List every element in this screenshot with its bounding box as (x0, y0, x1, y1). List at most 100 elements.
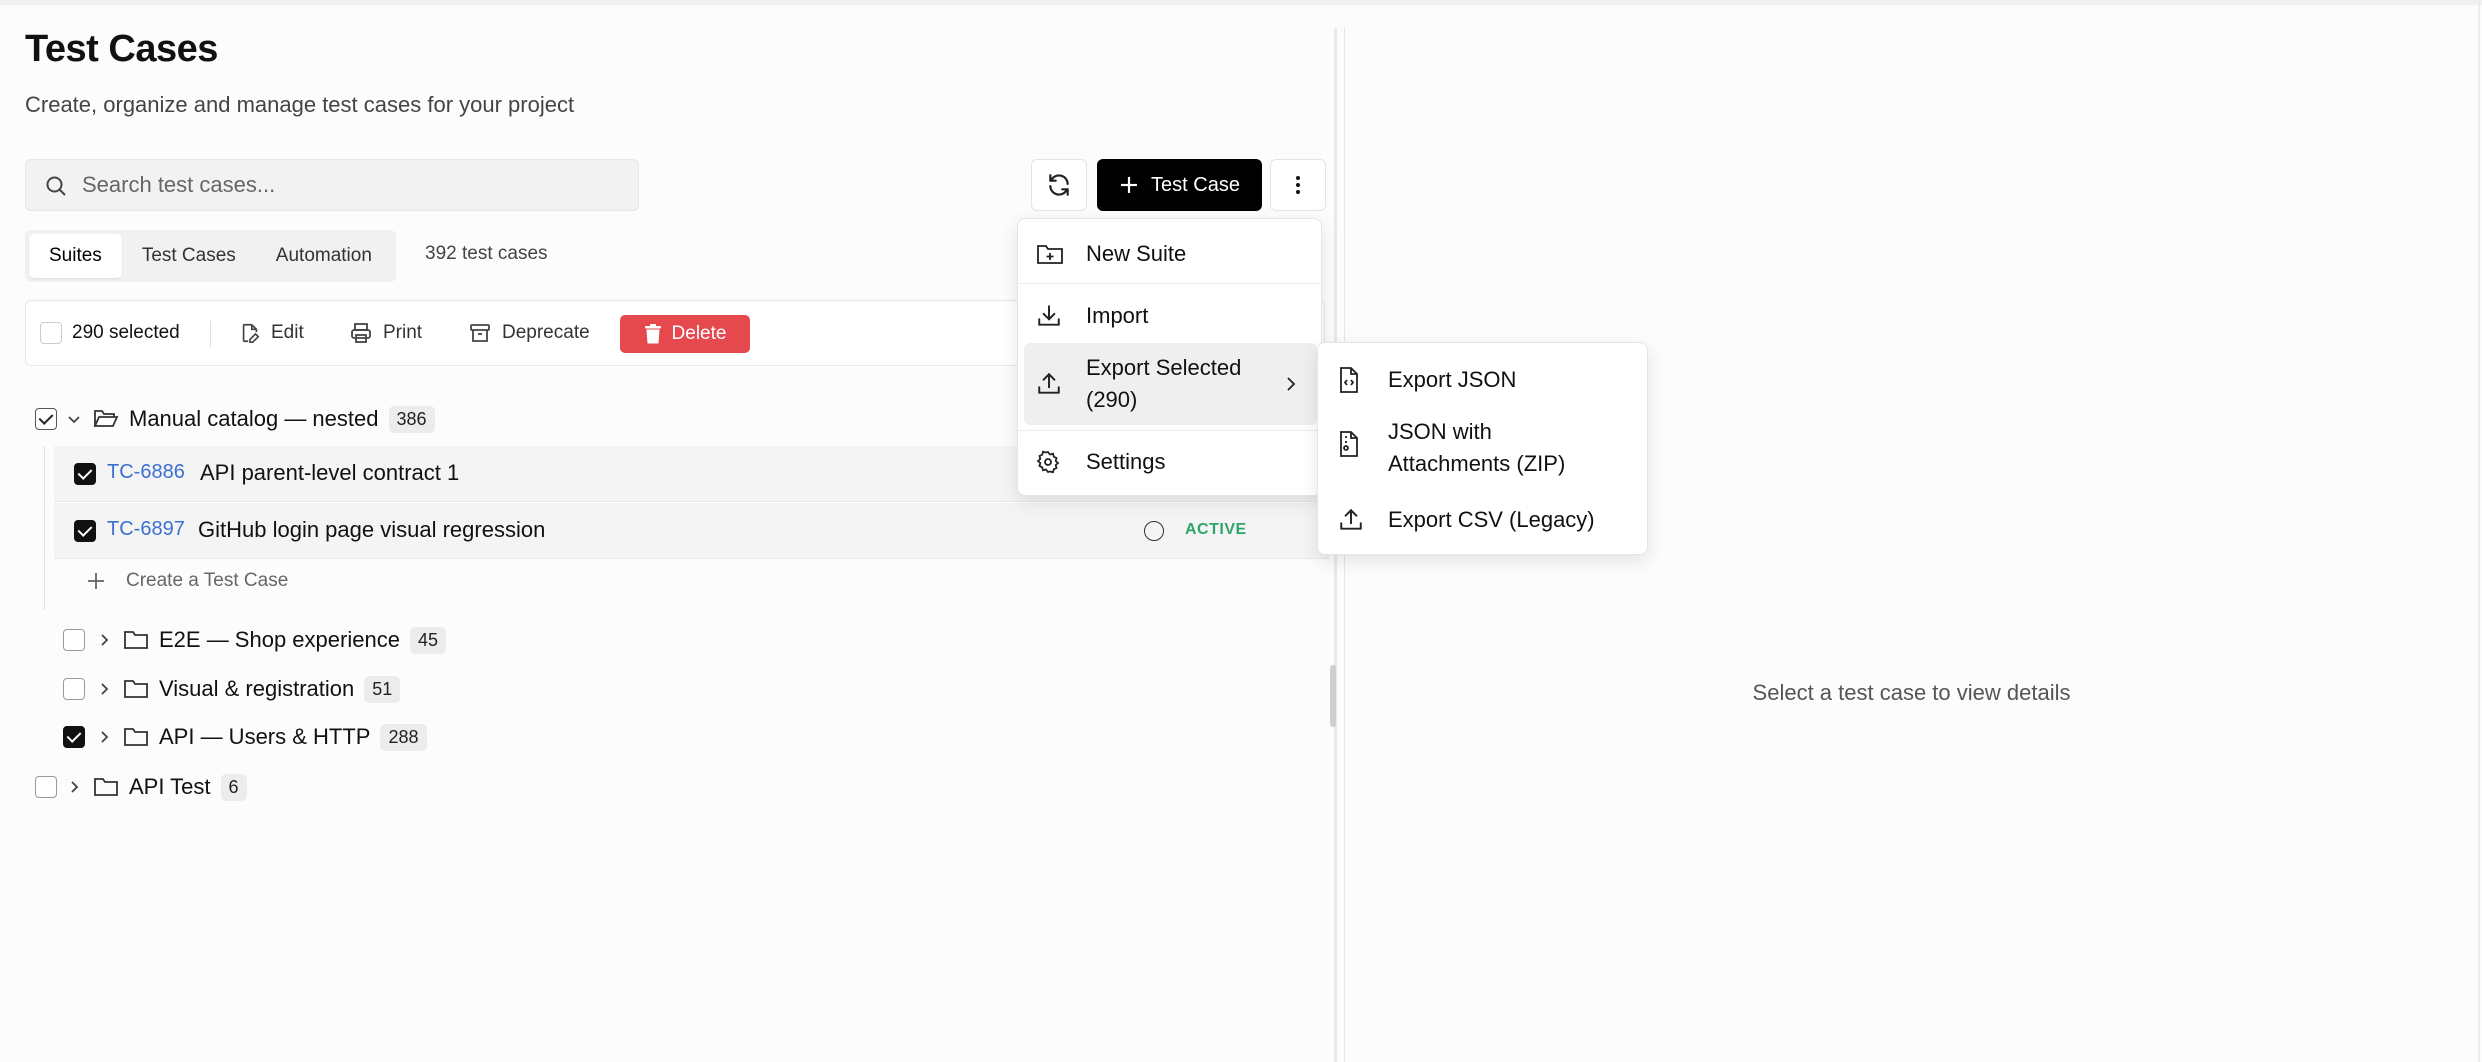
page-title: Test Cases (25, 28, 218, 70)
delete-label: Delete (671, 323, 727, 344)
more-options-menu: New Suite Import Export Selected (290) Se… (1017, 218, 1322, 496)
suite-name: E2E — Shop experience (159, 627, 400, 652)
menu-item-label: New Suite (1086, 241, 1187, 266)
window-edge (2478, 0, 2480, 1062)
tab-suites[interactable]: Suites (29, 234, 122, 278)
menu-item-import[interactable]: Import (1024, 291, 1317, 341)
export-selected-count: (290) (1086, 387, 1138, 412)
submenu-item-label: Export JSON (1388, 367, 1517, 392)
folder-icon (124, 728, 148, 746)
suite-count-badge: 45 (409, 626, 446, 654)
tab-automation[interactable]: Automation (256, 234, 392, 278)
plus-icon (1121, 177, 1138, 193)
export-submenu: Export JSON JSON with Attachments (ZIP) E… (1317, 342, 1648, 555)
refresh-icon (1049, 174, 1069, 196)
search-box[interactable] (25, 159, 639, 211)
export-selected-label: Export Selected (1086, 355, 1242, 380)
suite-row[interactable]: E2E — Shop experience 45 (63, 620, 446, 660)
print-button[interactable]: Print (349, 301, 422, 365)
upload-icon (1340, 508, 1362, 530)
refresh-button[interactable] (1031, 159, 1087, 211)
suite-checkbox[interactable] (63, 678, 85, 700)
test-case-row[interactable]: TC-6897 GitHub login page visual regress… (54, 503, 1330, 559)
json-attachments-format: Attachments (ZIP) (1388, 451, 1566, 476)
deprecate-label: Deprecate (502, 322, 590, 343)
folder-icon (124, 631, 148, 649)
detail-empty-message: Select a test case to view details (1752, 680, 2071, 705)
folder-icon (94, 778, 118, 796)
suite-name: Visual & registration (159, 676, 355, 701)
submenu-item-label: Export CSV (Legacy) (1388, 507, 1595, 532)
status-badge: ACTIVE (1185, 521, 1247, 538)
new-test-case-label: Test Case (1151, 173, 1240, 196)
suite-count-badge: 288 (380, 723, 427, 751)
menu-separator (1018, 430, 1321, 431)
upload-icon (1038, 372, 1060, 394)
suite-count-badge: 51 (364, 675, 401, 703)
chevron-right-icon[interactable] (95, 728, 113, 746)
delete-button[interactable]: Delete (620, 315, 750, 353)
chevron-right-icon[interactable] (95, 631, 113, 649)
view-tabs: Suites Test Cases Automation (25, 230, 396, 282)
edit-button[interactable]: Edit (239, 301, 304, 365)
tab-test-cases[interactable]: Test Cases (122, 234, 256, 278)
chevron-right-icon[interactable] (95, 680, 113, 698)
chevron-right-icon[interactable] (65, 778, 83, 796)
submenu-item-export-json[interactable]: Export JSON (1318, 355, 1647, 405)
test-case-checkbox[interactable] (74, 520, 96, 542)
select-all-checkbox[interactable] (40, 322, 62, 344)
suite-row[interactable]: API — Users & HTTP 288 (63, 717, 427, 757)
plus-icon (88, 573, 104, 589)
archive-icon (470, 324, 490, 342)
chevron-right-icon (1287, 377, 1296, 391)
page-subtitle: Create, organize and manage test cases f… (25, 92, 575, 117)
submenu-item-json-attachments[interactable]: JSON with Attachments (ZIP) (1318, 409, 1647, 487)
status-circle-icon (1144, 521, 1164, 541)
submenu-item-export-csv[interactable]: Export CSV (Legacy) (1318, 495, 1647, 545)
suite-name: Manual catalog — nested (129, 406, 379, 431)
edit-label: Edit (271, 322, 304, 343)
gear-icon (1036, 450, 1060, 474)
test-case-title: GitHub login page visual regression (198, 517, 546, 542)
folder-icon (124, 680, 148, 698)
suite-row-manual-catalog[interactable]: Manual catalog — nested 386 (35, 399, 435, 439)
json-attachments-label: JSON with (1388, 419, 1492, 444)
create-test-case-button[interactable]: Create a Test Case (86, 570, 288, 592)
search-input[interactable] (82, 160, 622, 210)
suite-row-api-test[interactable]: API Test 6 (35, 767, 247, 807)
test-case-title: API parent-level contract 1 (200, 460, 460, 485)
select-all-control[interactable]: 290 selected (40, 301, 180, 365)
suite-count-badge: 386 (388, 405, 435, 433)
suite-checkbox[interactable] (63, 629, 85, 651)
deprecate-button[interactable]: Deprecate (468, 301, 590, 365)
new-test-case-button[interactable]: Test Case (1097, 159, 1262, 211)
edit-file-icon (242, 323, 260, 343)
suite-row[interactable]: Visual & registration 51 (63, 669, 401, 709)
test-case-id[interactable]: TC-6886 (107, 461, 185, 484)
suite-checkbox[interactable] (63, 726, 85, 748)
search-icon (46, 176, 66, 196)
menu-item-label: Settings (1086, 449, 1166, 474)
separator (210, 321, 211, 347)
chevron-down-icon[interactable] (65, 410, 83, 428)
suite-count-badge: 6 (220, 773, 247, 801)
submenu-item-label: JSON with Attachments (ZIP) (1388, 416, 1565, 480)
printer-icon (351, 323, 371, 343)
suite-name: API — Users & HTTP (159, 724, 371, 749)
more-options-button[interactable] (1270, 159, 1326, 211)
suite-checkbox[interactable] (35, 776, 57, 798)
test-case-checkbox[interactable] (74, 463, 96, 485)
menu-item-new-suite[interactable]: New Suite (1024, 229, 1317, 279)
create-test-case-label: Create a Test Case (126, 570, 289, 591)
file-archive-icon (1340, 431, 1358, 457)
tree-guide-line (44, 446, 45, 610)
trash-icon (644, 324, 661, 344)
total-test-case-count: 392 test cases (425, 243, 548, 264)
menu-item-settings[interactable]: Settings (1024, 437, 1317, 487)
menu-item-label: Export Selected (290) (1086, 352, 1241, 416)
menu-item-export-selected[interactable]: Export Selected (290) (1024, 343, 1317, 425)
suite-checkbox[interactable] (35, 408, 57, 430)
test-cases-pane: Test Cases Create, organize and manage t… (0, 0, 1330, 1062)
resize-handle[interactable] (1330, 665, 1336, 727)
test-case-id[interactable]: TC-6897 (107, 518, 185, 541)
